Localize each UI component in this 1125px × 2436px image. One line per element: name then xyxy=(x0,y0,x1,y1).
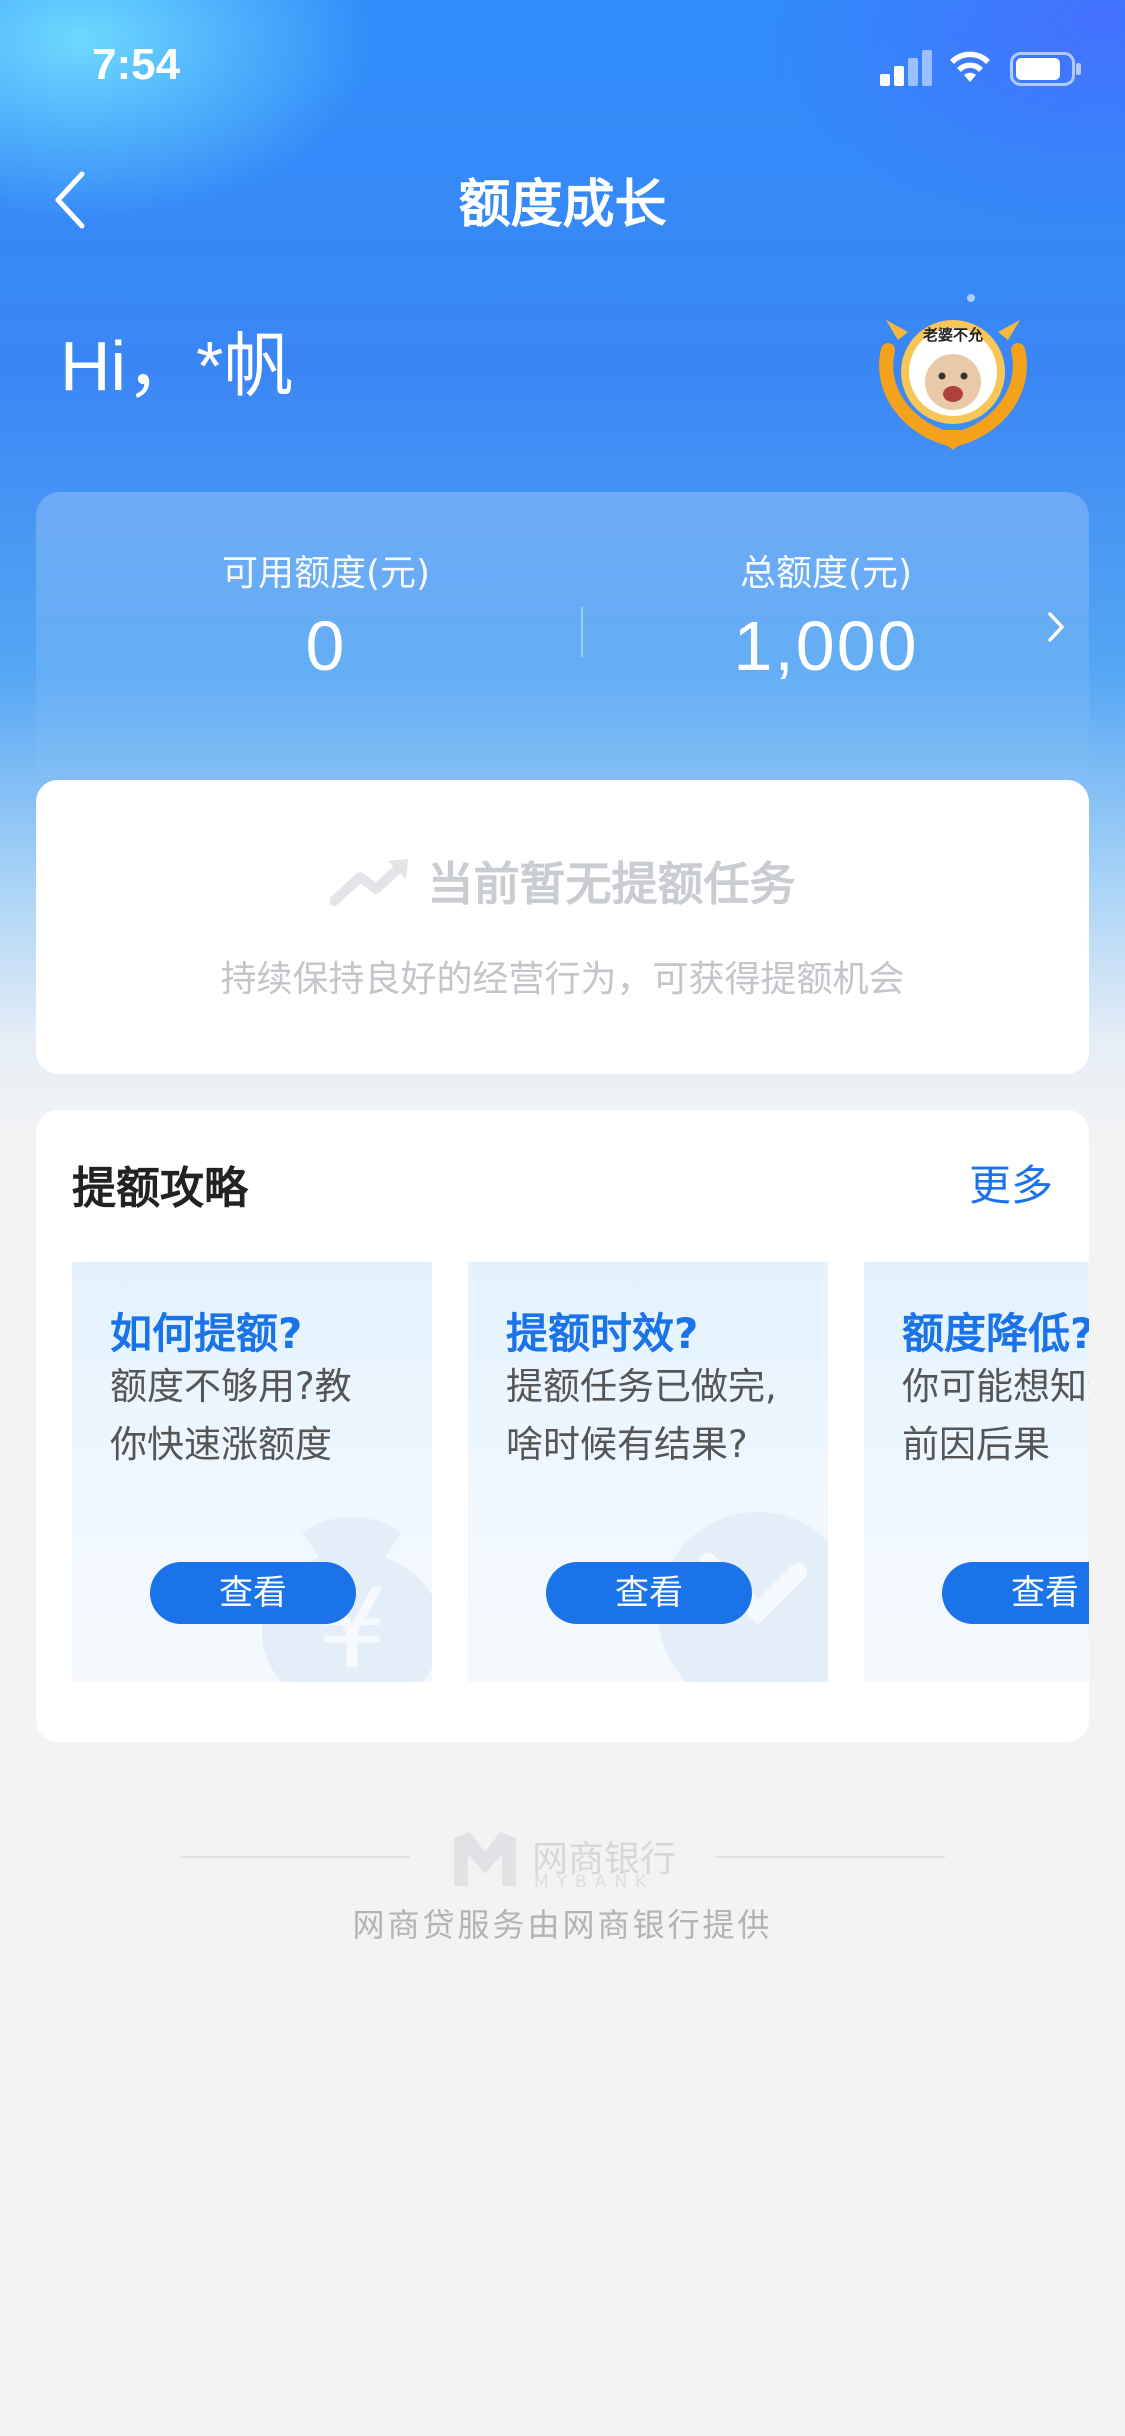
badge-text: 老婆不允 xyxy=(922,326,983,344)
tile-desc-line1: 额度不够用?教 xyxy=(110,1365,352,1408)
logo-en: MYBANK xyxy=(534,1872,655,1892)
footer-divider-right xyxy=(715,1856,945,1858)
wifi-icon xyxy=(950,51,990,82)
quota-detail-arrow[interactable] xyxy=(1036,602,1076,652)
tile-desc-line1: 提额任务已做完, xyxy=(506,1365,777,1408)
strategy-card: 提额攻略 更多 ¥ 如何提额? 额度不够用?教 你快速涨额度 查看 提额时效? … xyxy=(36,1110,1089,1742)
quota-card[interactable]: 可用额度(元) 0 总额度(元) 1,000 xyxy=(36,492,1089,812)
tile-description: 提额任务已做完, 啥时候有结果? xyxy=(506,1358,816,1474)
empty-task-title: 当前暂无提额任务 xyxy=(427,857,796,911)
available-quota: 可用额度(元) 0 xyxy=(126,544,526,686)
footer-divider-left xyxy=(180,1856,410,1858)
strategy-tile-timing[interactable]: 提额时效? 提额任务已做完, 啥时候有结果? 查看 xyxy=(468,1262,828,1682)
tile-title: 额度降低? xyxy=(902,1309,1089,1358)
tile-desc-line1: 你可能想知道 xyxy=(902,1365,1089,1408)
view-button[interactable]: 查看 xyxy=(942,1562,1089,1624)
strategy-tile-how[interactable]: ¥ 如何提额? 额度不够用?教 你快速涨额度 查看 xyxy=(72,1262,432,1682)
trend-up-icon xyxy=(329,859,408,906)
user-level-badge[interactable]: 老婆不允 xyxy=(868,290,1038,460)
tile-desc-line2: 啥时候有结果? xyxy=(506,1423,748,1466)
total-quota-label: 总额度(元) xyxy=(739,553,913,594)
chevron-right-icon xyxy=(1048,612,1064,642)
tile-desc-line2: 前因后果 xyxy=(902,1423,1050,1466)
empty-task-card: 当前暂无提额任务 持续保持良好的经营行为，可获得提额机会 xyxy=(36,780,1089,1074)
available-quota-label: 可用额度(元) xyxy=(221,553,431,594)
avatar-badge-icon xyxy=(879,294,1027,450)
greeting-text: Hi，*帆 xyxy=(60,327,294,405)
battery-icon xyxy=(1010,52,1081,86)
strategy-title: 提额攻略 xyxy=(72,1163,248,1214)
tile-title: 如何提额? xyxy=(110,1309,303,1358)
signal-icon xyxy=(880,50,936,86)
total-quota-value: 1,000 xyxy=(733,607,919,685)
available-quota-value: 0 xyxy=(305,607,347,685)
tile-description: 额度不够用?教 你快速涨额度 xyxy=(110,1358,420,1474)
total-quota: 总额度(元) 1,000 xyxy=(626,544,1026,686)
tile-description: 你可能想知道 前因后果 xyxy=(902,1358,1089,1474)
footer-text: 网商贷服务由网商银行提供 xyxy=(352,1906,773,1944)
mybank-logo-icon xyxy=(454,1832,516,1886)
view-button[interactable]: 查看 xyxy=(546,1562,752,1624)
tile-title: 提额时效? xyxy=(506,1309,699,1358)
strategy-tile-decrease[interactable]: 额度降低? 你可能想知道 前因后果 查看 xyxy=(864,1262,1089,1682)
tile-desc-line2: 你快速涨额度 xyxy=(110,1423,332,1466)
view-button[interactable]: 查看 xyxy=(150,1562,356,1624)
strategy-more-link[interactable]: 更多 xyxy=(969,1152,1053,1213)
empty-task-subtitle: 持续保持良好的经营行为，可获得提额机会 xyxy=(220,959,905,1000)
mybank-logo: 网商银行 MYBANK xyxy=(450,1828,680,1892)
page-title: 额度成长 xyxy=(458,175,667,235)
status-bar: 7:54 xyxy=(0,0,1125,132)
quota-divider xyxy=(581,607,583,657)
status-time: 7:54 xyxy=(92,40,181,89)
